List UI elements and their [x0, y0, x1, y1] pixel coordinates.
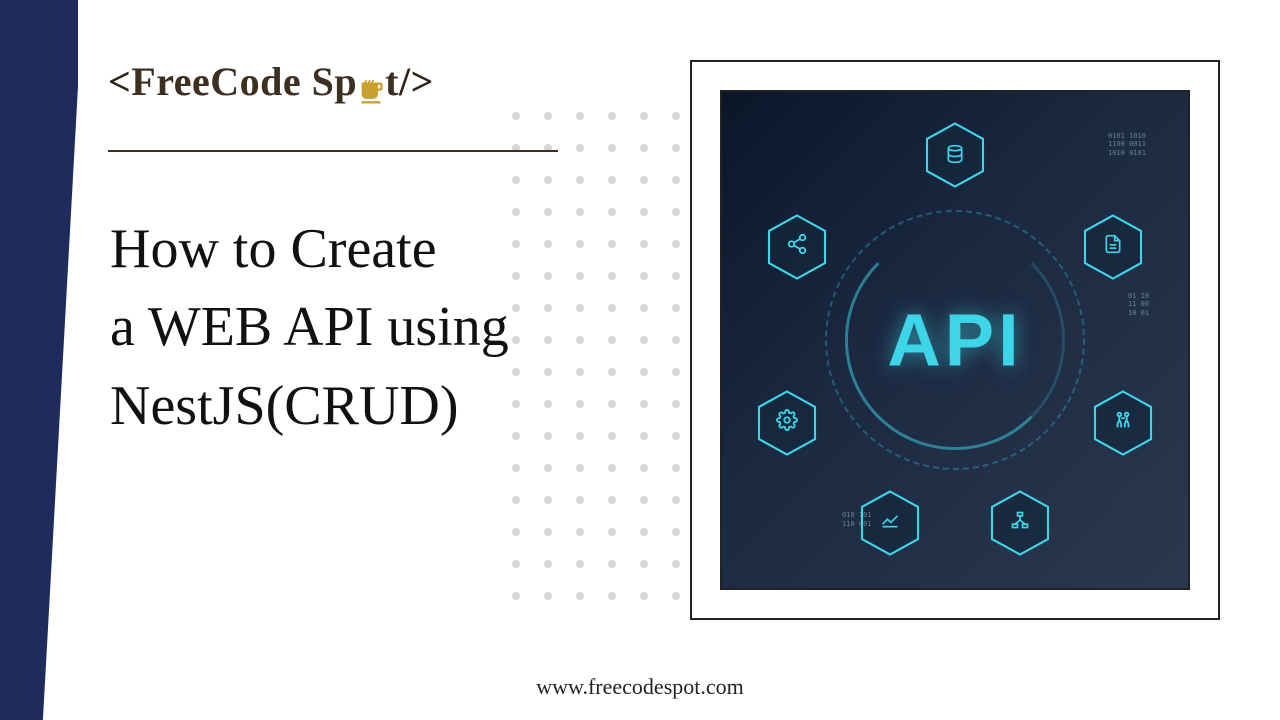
coffee-cup-icon — [357, 71, 385, 101]
featured-image-frame: API — [690, 60, 1220, 620]
people-icon — [1112, 409, 1134, 437]
decorative-text-2: 01 1011 0010 01 — [1128, 292, 1178, 317]
logo-open-bracket: < — [108, 59, 131, 104]
logo-close-bracket: /> — [399, 59, 434, 104]
decorative-text-1: 0101 10101100 00111010 0101 — [1108, 132, 1168, 157]
hex-gear-icon — [752, 388, 822, 458]
logo-text-part2: t — [385, 59, 399, 104]
title-line-3: NestJS(CRUD) — [110, 367, 509, 445]
site-logo: <FreeCode Sp t/> — [108, 58, 434, 105]
hex-data-icon — [920, 120, 990, 190]
share-icon — [786, 233, 808, 261]
hex-document-icon — [1078, 212, 1148, 282]
article-title: How to Create a WEB API using NestJS(CRU… — [110, 210, 509, 445]
hex-share-icon — [762, 212, 832, 282]
title-line-1: How to Create — [110, 210, 509, 288]
api-center-text: API — [887, 298, 1022, 383]
title-line-2: a WEB API using — [110, 288, 509, 366]
logo-text-part1: FreeCode Sp — [131, 59, 357, 104]
hex-network-icon — [985, 488, 1055, 558]
divider-line — [108, 150, 558, 152]
database-icon — [945, 144, 965, 166]
decorative-text-3: 010 101110 001 — [842, 511, 892, 528]
document-icon — [1103, 234, 1123, 260]
navy-sidebar-accent — [0, 0, 78, 720]
page-container: <FreeCode Sp t/> How to Create a WEB API … — [0, 0, 1280, 720]
network-icon — [1010, 510, 1030, 536]
hex-people-icon — [1088, 388, 1158, 458]
api-graphic: API — [720, 90, 1190, 590]
gear-icon — [776, 409, 798, 437]
footer-url: www.freecodespot.com — [536, 674, 744, 700]
